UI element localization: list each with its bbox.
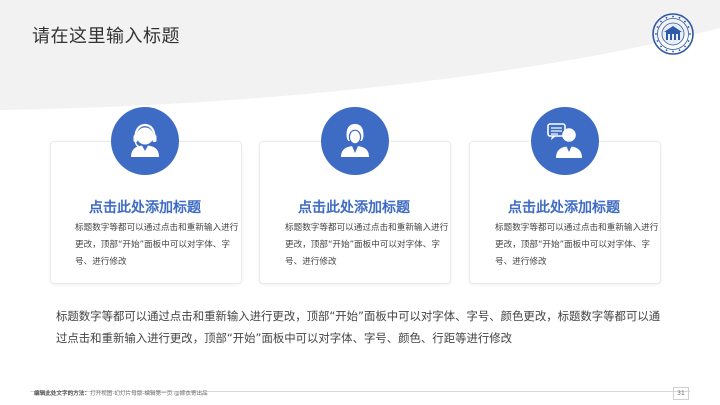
- card-1-title[interactable]: 点击此处添加标题: [50, 197, 240, 217]
- university-seal-logo: [652, 13, 694, 55]
- footer-note: 编辑此处文字的方法：打开视图-幻灯片母版-编辑第一页 @嫁衣寄出品: [34, 389, 208, 397]
- page-number: 31: [673, 387, 689, 400]
- body-paragraph[interactable]: 标题数字等都可以通过点击和重新输入进行更改，顶部“开始”面板中可以对字体、字号、…: [56, 305, 668, 349]
- slide: 请在这里输入标题 点击此处添加标题 标题数字等都可以通过点击和重新输入进行更改，…: [0, 0, 720, 405]
- card-1-text[interactable]: 标题数字等都可以通过点击和重新输入进行更改，顶部“开始”面板中可以对字体、字号、…: [75, 220, 239, 271]
- person-chat-icon: [531, 107, 599, 175]
- card-2-text[interactable]: 标题数字等都可以通过点击和重新输入进行更改，顶部“开始”面板中可以对字体、字号、…: [285, 220, 449, 271]
- card-3-text[interactable]: 标题数字等都可以通过点击和重新输入进行更改，顶部“开始”面板中可以对字体、字号、…: [495, 220, 659, 271]
- customer-service-headset-icon: [111, 107, 179, 175]
- card-3-title[interactable]: 点击此处添加标题: [469, 197, 659, 217]
- card-2-title[interactable]: 点击此处添加标题: [259, 197, 449, 217]
- slide-title[interactable]: 请在这里输入标题: [32, 22, 180, 48]
- person-avatar-icon: [321, 107, 389, 175]
- footer-label: 编辑此处文字的方法：: [34, 391, 90, 397]
- footer-text: 打开视图-幻灯片母版-编辑第一页 @嫁衣寄出品: [89, 391, 208, 397]
